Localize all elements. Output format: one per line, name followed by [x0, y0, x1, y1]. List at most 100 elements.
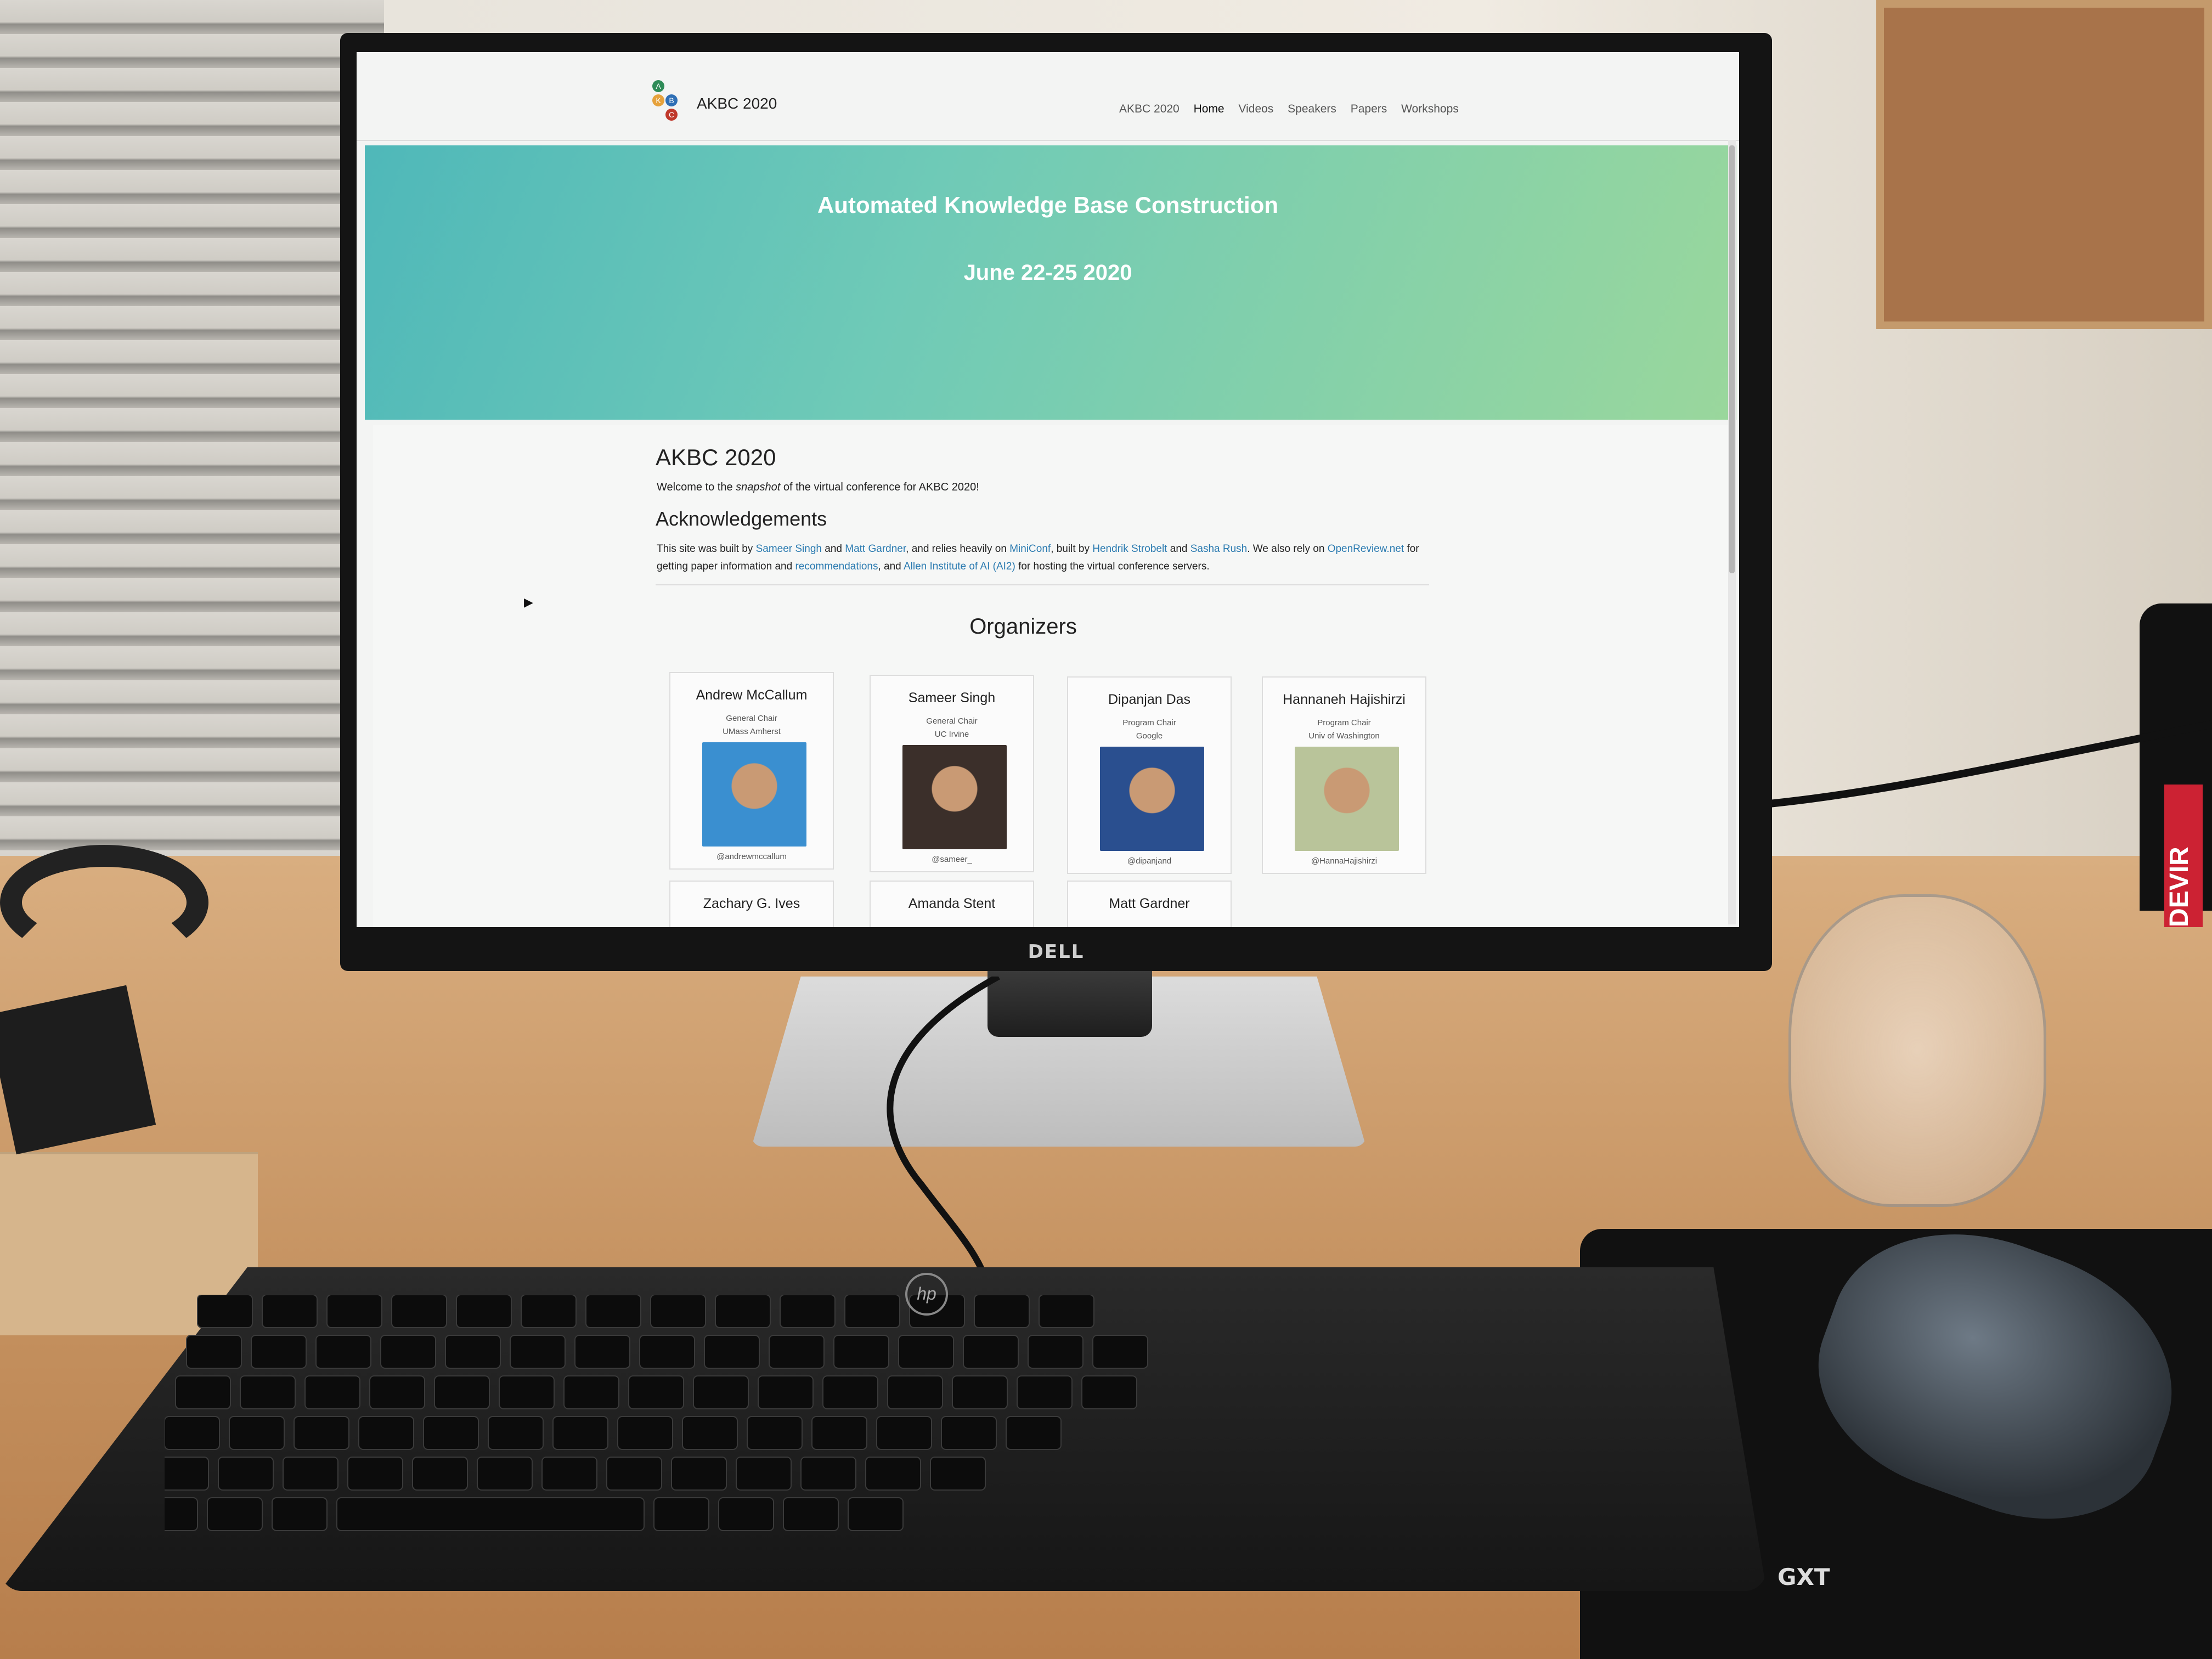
ack-link[interactable]: OpenReview.net — [1328, 543, 1404, 555]
akbc-logo-icon[interactable]: A K B C — [647, 80, 686, 129]
keyboard-key[interactable] — [304, 1375, 360, 1409]
keyboard-key[interactable] — [423, 1416, 479, 1450]
keyboard-key[interactable] — [165, 1416, 220, 1450]
keyboard-key[interactable] — [294, 1416, 349, 1450]
keyboard-key[interactable] — [876, 1416, 932, 1450]
keyboard-key[interactable] — [822, 1375, 878, 1409]
organizer-card[interactable]: Matt Gardner — [1067, 881, 1232, 927]
keyboard-key[interactable] — [682, 1416, 738, 1450]
ack-link[interactable]: recommendations — [795, 561, 878, 572]
keyboard-key[interactable] — [1092, 1335, 1148, 1369]
ack-link[interactable]: Sameer Singh — [756, 543, 822, 555]
keyboard-key[interactable] — [653, 1497, 709, 1531]
keyboard-key[interactable] — [639, 1335, 695, 1369]
keyboard-key[interactable] — [510, 1335, 566, 1369]
ack-link[interactable]: Sasha Rush — [1190, 543, 1248, 555]
keyboard-key[interactable] — [229, 1416, 285, 1450]
keyboard-key[interactable] — [780, 1295, 836, 1328]
organizer-handle[interactable]: @dipanjand — [1068, 856, 1231, 866]
keyboard-key[interactable] — [617, 1416, 673, 1450]
keyboard-key[interactable] — [197, 1295, 253, 1328]
keyboard-key[interactable] — [783, 1497, 839, 1531]
keyboard-key[interactable] — [833, 1335, 889, 1369]
keyboard-key[interactable] — [488, 1416, 544, 1450]
keyboard-key[interactable] — [283, 1457, 338, 1491]
ack-link[interactable]: Matt Gardner — [845, 543, 906, 555]
keyboard-key[interactable] — [445, 1335, 501, 1369]
keyboard-key[interactable] — [952, 1375, 1008, 1409]
nav-speakers[interactable]: Speakers — [1288, 103, 1336, 115]
keyboard-key[interactable] — [1006, 1416, 1062, 1450]
organizer-handle[interactable]: @andrewmccallum — [670, 852, 833, 861]
keyboard-key[interactable] — [671, 1457, 727, 1491]
keyboard-key[interactable] — [521, 1295, 577, 1328]
keyboard-key[interactable] — [628, 1375, 684, 1409]
keyboard-key[interactable] — [412, 1457, 468, 1491]
organizer-card[interactable]: Andrew McCallum General Chair UMass Amhe… — [669, 672, 834, 870]
organizer-photo[interactable] — [702, 742, 806, 847]
nav-workshops[interactable]: Workshops — [1401, 103, 1459, 115]
ack-link[interactable]: MiniConf — [1009, 543, 1051, 555]
keyboard-key[interactable] — [848, 1497, 904, 1531]
keyboard-key[interactable] — [380, 1335, 436, 1369]
keyboard-key[interactable] — [736, 1457, 792, 1491]
keyboard-key[interactable] — [456, 1295, 512, 1328]
keyboard-key[interactable] — [693, 1375, 749, 1409]
organizer-card[interactable]: Hannaneh Hajishirzi Program Chair Univ o… — [1262, 676, 1426, 874]
organizer-photo[interactable] — [1295, 747, 1399, 851]
keyboard-key[interactable] — [1039, 1295, 1094, 1328]
keyboard-key[interactable] — [207, 1497, 263, 1531]
keyboard-key[interactable] — [1028, 1335, 1084, 1369]
keyboard-key[interactable] — [347, 1457, 403, 1491]
keyboard-key[interactable] — [650, 1295, 706, 1328]
keyboard-key[interactable] — [800, 1457, 856, 1491]
organizer-card[interactable]: Zachary G. Ives — [669, 881, 834, 927]
keyboard-key[interactable] — [251, 1335, 307, 1369]
keyboard-key[interactable] — [585, 1295, 641, 1328]
keyboard-key[interactable] — [541, 1457, 597, 1491]
keyboard-key[interactable] — [499, 1375, 555, 1409]
keyboard-key[interactable] — [865, 1457, 921, 1491]
keyboard-keys[interactable] — [165, 1295, 1734, 1558]
keyboard-key[interactable] — [769, 1335, 825, 1369]
keyboard-key[interactable] — [336, 1497, 645, 1531]
keyboard-key[interactable] — [369, 1375, 425, 1409]
keyboard-key[interactable] — [811, 1416, 867, 1450]
keyboard-key[interactable] — [963, 1335, 1019, 1369]
organizer-handle[interactable]: @sameer_ — [871, 855, 1033, 864]
keyboard-key[interactable] — [747, 1416, 803, 1450]
keyboard-key[interactable] — [326, 1295, 382, 1328]
keyboard-key[interactable] — [563, 1375, 619, 1409]
keyboard-key[interactable] — [1081, 1375, 1137, 1409]
scrollbar-thumb[interactable] — [1729, 145, 1735, 573]
keyboard-key[interactable] — [186, 1335, 242, 1369]
organizer-photo[interactable] — [1100, 747, 1204, 851]
organizer-card[interactable]: Sameer Singh General Chair UC Irvine @sa… — [870, 675, 1034, 872]
keyboard-key[interactable] — [974, 1295, 1030, 1328]
ack-link[interactable]: Hendrik Strobelt — [1092, 543, 1167, 555]
organizer-card[interactable]: Dipanjan Das Program Chair Google @dipan… — [1067, 676, 1232, 874]
keyboard-key[interactable] — [434, 1375, 490, 1409]
organizer-handle[interactable]: @HannaHajishirzi — [1263, 856, 1425, 866]
nav-papers[interactable]: Papers — [1351, 103, 1387, 115]
keyboard-key[interactable] — [262, 1295, 318, 1328]
nav-home[interactable]: Home — [1194, 103, 1224, 115]
keyboard-key[interactable] — [315, 1335, 371, 1369]
nav-videos[interactable]: Videos — [1238, 103, 1273, 115]
keyboard-key[interactable] — [272, 1497, 328, 1531]
keyboard-key[interactable] — [165, 1457, 209, 1491]
keyboard-key[interactable] — [715, 1295, 771, 1328]
keyboard-key[interactable] — [574, 1335, 630, 1369]
keyboard-key[interactable] — [391, 1295, 447, 1328]
keyboard-key[interactable] — [175, 1375, 231, 1409]
keyboard-key[interactable] — [1017, 1375, 1073, 1409]
keyboard-key[interactable] — [844, 1295, 900, 1328]
nav-akbc-2020[interactable]: AKBC 2020 — [1119, 103, 1180, 115]
keyboard-key[interactable] — [477, 1457, 533, 1491]
keyboard-key[interactable] — [704, 1335, 760, 1369]
keyboard-key[interactable] — [758, 1375, 814, 1409]
keyboard-key[interactable] — [240, 1375, 296, 1409]
ack-link[interactable]: Allen Institute of AI (AI2) — [904, 561, 1015, 572]
keyboard-key[interactable] — [941, 1416, 997, 1450]
keyboard-key[interactable] — [898, 1335, 954, 1369]
